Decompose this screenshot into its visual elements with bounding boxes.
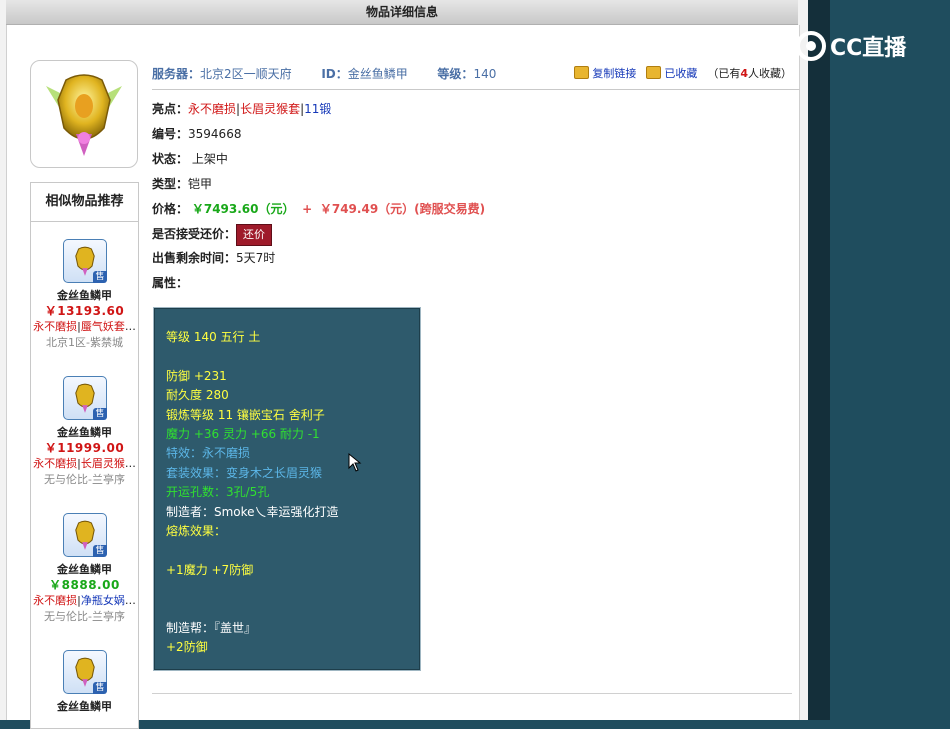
type-value: 铠甲 — [188, 177, 213, 191]
number-value: 3594668 — [188, 127, 242, 141]
similar-item-thumbnail[interactable]: 售 — [62, 376, 107, 420]
number-row: 编号：3594668 — [152, 127, 242, 141]
similar-item-price: ￥13193.60 — [44, 304, 125, 318]
attributes-panel: 等级 140 五行 土 防御 +231 耐久度 280 锻炼等级 11 镶嵌宝石… — [153, 307, 421, 671]
cc-logo-icon — [796, 31, 826, 61]
id-value: 金丝鱼鳞甲 — [347, 67, 408, 81]
item-detail-page: 物品详细信息 相似物品推荐 售 金丝鱼鳞甲 ￥13193.60 永不磨损|蜃气妖… — [0, 0, 808, 729]
copy-link-button[interactable]: 复制链接 — [574, 65, 636, 81]
similar-item-server: 无与伦比-兰亭序 — [44, 610, 125, 623]
id-label: ID： — [321, 67, 348, 81]
sell-tag: 售 — [93, 545, 107, 557]
highlights-row: 亮点：永不磨损|长眉灵猴套|11锻 — [152, 102, 332, 116]
header-divider — [152, 89, 800, 90]
similar-item[interactable]: 售 金丝鱼鳞甲 — [31, 650, 138, 714]
attr-stats: 魔力 +36 灵力 +66 耐力 -1 — [166, 426, 320, 441]
similar-item-server: 无与伦比-兰亭序 — [44, 473, 125, 486]
cc-live-logo: CC直播 — [796, 30, 906, 62]
favorite-button[interactable]: 已收藏 — [646, 65, 697, 81]
similar-item[interactable]: 售 金丝鱼鳞甲 ￥8888.00 永不磨损|净瓶女娲… 无与伦比-兰亭序 — [31, 513, 138, 626]
time-left-row: 出售剩余时间：5天7时 — [152, 251, 276, 265]
level-label: 等级： — [437, 67, 474, 81]
attr-level: 等级 140 五行 土 — [166, 330, 261, 344]
side-background — [830, 0, 950, 720]
attr-melt-label: 熔炼效果： — [166, 523, 227, 538]
bottom-divider — [152, 693, 792, 694]
attr-durability: 耐久度 280 — [166, 388, 229, 403]
similar-item-features: 永不磨损|长眉灵猴… — [33, 457, 136, 470]
content-area: 相似物品推荐 售 金丝鱼鳞甲 ￥13193.60 永不磨损|蜃气妖套… 北京1区… — [6, 25, 800, 729]
similar-item-name[interactable]: 金丝鱼鳞甲 — [31, 426, 138, 440]
copy-link-icon — [574, 66, 590, 79]
favorite-count: （已有4人收藏） — [707, 67, 792, 80]
similar-item-name[interactable]: 金丝鱼鳞甲 — [31, 289, 138, 303]
attr-set-effect: 套装效果：变身木之长眉灵猴 — [166, 465, 323, 480]
attr-guild: 制造帮：『盖世』 — [166, 620, 257, 635]
similar-items-title: 相似物品推荐 — [31, 183, 138, 222]
level-value: 140 — [473, 67, 497, 81]
server-label: 服务器： — [152, 67, 201, 81]
similar-item-name[interactable]: 金丝鱼鳞甲 — [31, 700, 138, 714]
similar-items-panel: 相似物品推荐 售 金丝鱼鳞甲 ￥13193.60 永不磨损|蜃气妖套… 北京1区… — [30, 182, 139, 729]
sell-tag: 售 — [93, 271, 107, 283]
similar-item-features: 永不磨损|蜃气妖套… — [33, 320, 136, 333]
attr-slots: 开运孔数：3孔/5孔 — [166, 485, 270, 500]
attr-maker: 制造者：Smoke乀幸运强化打造 — [166, 504, 339, 519]
item-header: 服务器：北京2区一顺天府 ID：金丝鱼鳞甲 等级：140 复制链接 已收藏 （已… — [152, 65, 792, 83]
attr-melt-value: +1魔力 +7防御 — [166, 562, 254, 577]
similar-item-features: 永不磨损|净瓶女娲… — [33, 594, 136, 607]
page-title: 物品详细信息 — [6, 0, 798, 25]
status-value: 上架中 — [191, 152, 228, 166]
attr-forge: 锻炼等级 11 镶嵌宝石 舍利子 — [166, 407, 325, 422]
attr-guild-bonus: +2防御 — [166, 640, 208, 655]
favorite-icon — [646, 66, 662, 79]
sell-tag: 售 — [93, 682, 107, 694]
similar-item-name[interactable]: 金丝鱼鳞甲 — [31, 563, 138, 577]
scrollbar-track[interactable] — [808, 0, 830, 720]
counter-offer-row: 是否接受还价： 还价 — [152, 224, 273, 246]
similar-item-price: ￥11999.00 — [44, 441, 125, 455]
price-fee: ￥749.49（元）(跨服交易费) — [319, 202, 486, 216]
sell-tag: 售 — [93, 408, 107, 420]
similar-item-thumbnail[interactable]: 售 — [62, 239, 107, 283]
armor-icon — [46, 74, 122, 156]
similar-item-price: ￥8888.00 — [49, 578, 120, 592]
similar-item-thumbnail[interactable]: 售 — [62, 513, 107, 557]
similar-item[interactable]: 售 金丝鱼鳞甲 ￥11999.00 永不磨损|长眉灵猴… 无与伦比-兰亭序 — [31, 376, 138, 489]
attributes-label: 属性： — [152, 276, 189, 290]
counter-offer-button[interactable]: 还价 — [236, 224, 273, 246]
similar-item-server: 北京1区-紫禁城 — [46, 336, 123, 349]
server-value: 北京2区一顺天府 — [200, 67, 292, 81]
price-main: ￥7493.60（元） — [191, 202, 295, 216]
price-row: 价格： ￥7493.60（元） + ￥749.49（元）(跨服交易费) — [152, 202, 486, 216]
highlight-tag: 长眉灵猴套 — [240, 102, 301, 116]
similar-item[interactable]: 售 金丝鱼鳞甲 ￥13193.60 永不磨损|蜃气妖套… 北京1区-紫禁城 — [31, 239, 138, 352]
highlight-tag: 11锻 — [304, 102, 332, 116]
time-left-value: 5天7时 — [236, 251, 276, 265]
similar-item-thumbnail[interactable]: 售 — [62, 650, 107, 694]
attr-effect: 特效：永不磨损 — [166, 446, 251, 461]
mouse-cursor-icon — [348, 452, 362, 472]
attr-defense: 防御 +231 — [166, 368, 227, 383]
status-row: 状态： 上架中 — [152, 152, 228, 166]
item-image — [30, 60, 138, 168]
type-row: 类型：铠甲 — [152, 177, 213, 191]
highlight-tag: 永不磨损 — [188, 102, 237, 116]
